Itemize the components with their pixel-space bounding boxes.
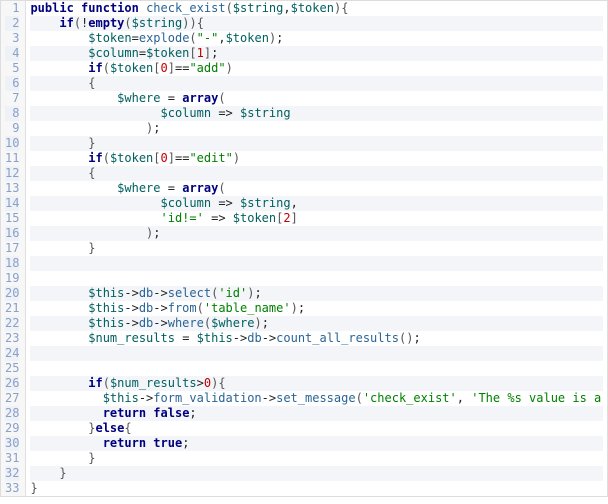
line-number: 17 [5, 241, 19, 256]
line-number: 23 [5, 331, 19, 346]
line-number: 19 [5, 271, 19, 286]
code-line: $token=explode("-",$token); [30, 31, 603, 46]
line-number: 16 [5, 226, 19, 241]
code-line: } [30, 466, 603, 481]
code-line: if($token[0]=="edit") [30, 151, 603, 166]
code-line: $num_results = $this->db->count_all_resu… [30, 331, 603, 346]
line-number: 10 [5, 136, 19, 151]
code-line [30, 346, 603, 361]
code-line: $this->db->from('table_name'); [30, 301, 603, 316]
line-number: 22 [5, 316, 19, 331]
line-number: 7 [5, 91, 19, 106]
code-line: { [30, 76, 603, 91]
line-number: 18 [5, 256, 19, 271]
code-line: { [30, 166, 603, 181]
line-number: 9 [5, 121, 19, 136]
line-number: 12 [5, 166, 19, 181]
code-editor: 1234567891011121314151617181920212223242… [0, 0, 608, 497]
line-number: 29 [5, 421, 19, 436]
line-number: 25 [5, 361, 19, 376]
line-number: 20 [5, 286, 19, 301]
code-line: return false; [30, 406, 603, 421]
line-number: 28 [5, 406, 19, 421]
code-line: $column => $string, [30, 196, 603, 211]
code-area: public function check_exist($string,$tok… [26, 1, 607, 496]
line-number: 31 [5, 451, 19, 466]
code-line: } [30, 136, 603, 151]
code-line: ); [30, 226, 603, 241]
line-number: 13 [5, 181, 19, 196]
line-number: 14 [5, 196, 19, 211]
code-line: $where = array( [30, 91, 603, 106]
code-line: } [30, 241, 603, 256]
code-line [30, 256, 603, 271]
code-line: $this->db->where($where); [30, 316, 603, 331]
line-number: 11 [5, 151, 19, 166]
code-line: if(!empty($string)){ [30, 16, 603, 31]
code-line: $column => $string [30, 106, 603, 121]
code-line: public function check_exist($string,$tok… [30, 1, 603, 16]
code-line [30, 271, 603, 286]
code-line [30, 361, 603, 376]
line-number: 8 [5, 106, 19, 121]
line-number: 15 [5, 211, 19, 226]
line-number: 33 [5, 481, 19, 496]
code-line: ); [30, 121, 603, 136]
line-number: 27 [5, 391, 19, 406]
code-line: $where = array( [30, 181, 603, 196]
line-number: 24 [5, 346, 19, 361]
line-number: 32 [5, 466, 19, 481]
line-number-gutter: 1234567891011121314151617181920212223242… [1, 1, 26, 496]
line-number: 21 [5, 301, 19, 316]
code-line: $column=$token[1]; [30, 46, 603, 61]
code-line: if($num_results>0){ [30, 376, 603, 391]
line-number: 1 [5, 1, 19, 16]
code-line: } [30, 481, 603, 496]
code-line: } [30, 451, 603, 466]
code-line: $this->form_validation->set_message('che… [30, 391, 603, 406]
line-number: 2 [5, 16, 19, 31]
line-number: 26 [5, 376, 19, 391]
code-line: $this->db->select('id'); [30, 286, 603, 301]
code-line: 'id!=' => $token[2] [30, 211, 603, 226]
code-line: if($token[0]=="add") [30, 61, 603, 76]
code-line: return true; [30, 436, 603, 451]
code-line: }else{ [30, 421, 603, 436]
line-number: 3 [5, 31, 19, 46]
line-number: 4 [5, 46, 19, 61]
line-number: 5 [5, 61, 19, 76]
line-number: 30 [5, 436, 19, 451]
line-number: 6 [5, 76, 19, 91]
